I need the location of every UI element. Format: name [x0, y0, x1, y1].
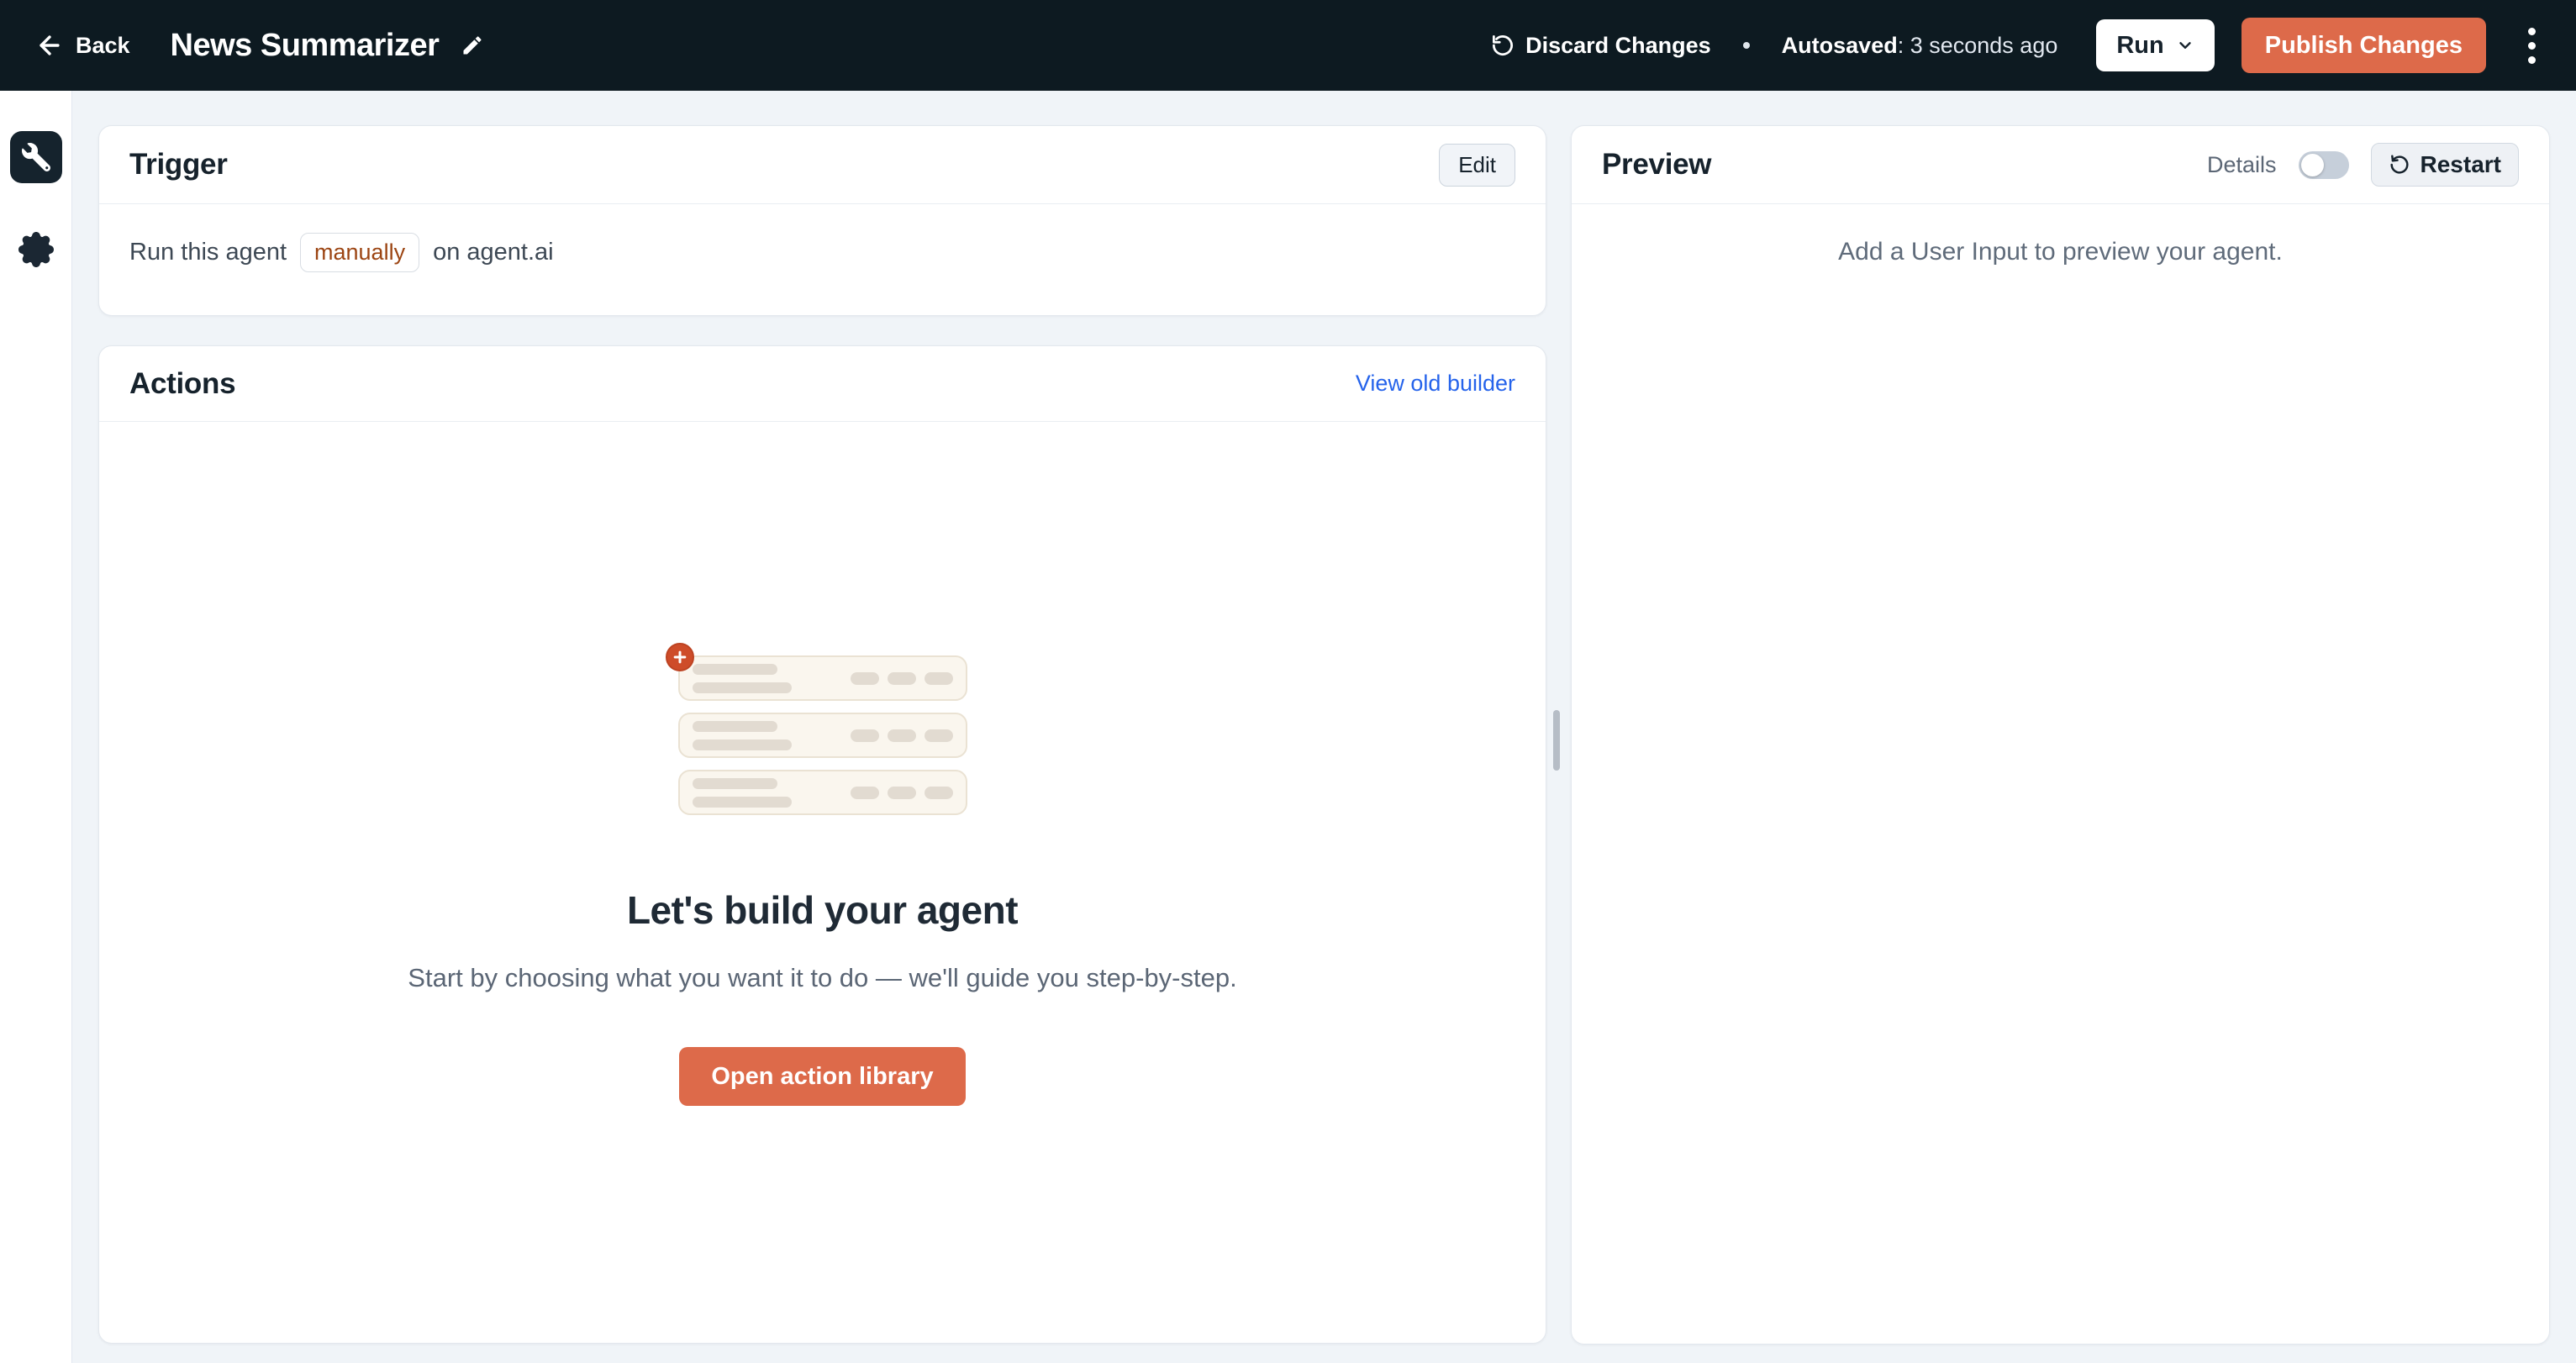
wrench-icon — [22, 143, 50, 171]
scrollbar-thumb[interactable] — [1553, 710, 1560, 771]
back-button[interactable]: Back — [35, 31, 130, 60]
open-action-library-button[interactable]: Open action library — [679, 1047, 965, 1106]
builder-column: Trigger Edit Run this agent manually on … — [98, 125, 1546, 1363]
toggle-knob — [2301, 154, 2324, 176]
view-old-builder-link[interactable]: View old builder — [1356, 371, 1515, 397]
page-title: News Summarizer — [171, 28, 440, 64]
history-icon — [1490, 33, 1515, 58]
run-button[interactable]: Run — [2096, 19, 2214, 71]
autosave-label: Autosaved — [1782, 33, 1898, 58]
edit-title-button[interactable] — [461, 34, 484, 57]
restart-icon — [2389, 154, 2410, 176]
topbar: Back News Summarizer Discard Changes Aut… — [0, 0, 2576, 91]
preview-header: Preview Details Restart — [1572, 126, 2549, 204]
restart-label: Restart — [2421, 151, 2501, 178]
app-body: Trigger Edit Run this agent manually on … — [0, 91, 2576, 1363]
restart-button[interactable]: Restart — [2371, 143, 2519, 187]
trigger-panel: Trigger Edit Run this agent manually on … — [98, 125, 1546, 316]
topbar-actions: Discard Changes Autosaved: 3 seconds ago… — [1490, 18, 2541, 73]
trigger-header: Trigger Edit — [99, 126, 1546, 204]
details-toggle[interactable] — [2299, 151, 2349, 179]
gear-icon — [18, 232, 54, 267]
preview-panel: Preview Details Restart Add a User Input… — [1571, 125, 2550, 1345]
discard-changes-button[interactable]: Discard Changes — [1490, 33, 1711, 59]
skeleton-row — [678, 713, 967, 758]
chevron-down-icon — [2176, 36, 2194, 55]
dot-separator — [1743, 42, 1750, 49]
preview-title: Preview — [1602, 148, 1711, 182]
trigger-mode-pill[interactable]: manually — [300, 233, 419, 272]
actions-panel: Actions View old builder — [98, 345, 1546, 1344]
empty-state-heading: Let's build your agent — [627, 887, 1018, 933]
publish-changes-button[interactable]: Publish Changes — [2241, 18, 2486, 73]
details-label: Details — [2207, 152, 2277, 178]
actions-empty-state: Let's build your agent Start by choosing… — [99, 422, 1546, 1343]
trigger-sentence-suffix: on agent.ai — [433, 239, 554, 266]
preview-empty-message: Add a User Input to preview your agent. — [1572, 204, 2549, 266]
actions-header: Actions View old builder — [99, 346, 1546, 422]
plus-icon — [666, 643, 694, 671]
more-options-button[interactable] — [2523, 23, 2541, 69]
actions-placeholder-illustration — [678, 655, 967, 815]
run-label: Run — [2116, 32, 2163, 60]
discard-changes-label: Discard Changes — [1525, 33, 1711, 59]
sidebar-item-build[interactable] — [10, 131, 62, 183]
preview-controls: Details Restart — [2207, 143, 2519, 187]
autosave-status: Autosaved: 3 seconds ago — [1782, 33, 2058, 59]
arrow-left-icon — [35, 31, 64, 60]
actions-title: Actions — [129, 367, 235, 401]
sidebar-item-settings[interactable] — [18, 232, 54, 267]
trigger-title: Trigger — [129, 148, 228, 182]
skeleton-row — [678, 655, 967, 701]
trigger-description: Run this agent manually on agent.ai — [99, 204, 1546, 301]
skeleton-row — [678, 770, 967, 815]
preview-column: Preview Details Restart Add a User Input… — [1571, 125, 2550, 1363]
back-label: Back — [76, 33, 130, 59]
pencil-icon — [461, 34, 484, 57]
trigger-sentence-prefix: Run this agent — [129, 239, 287, 266]
edit-trigger-button[interactable]: Edit — [1439, 144, 1515, 187]
autosave-time: : 3 seconds ago — [1898, 33, 2058, 58]
main-content: Trigger Edit Run this agent manually on … — [72, 91, 2576, 1363]
empty-state-subtitle: Start by choosing what you want it to do… — [408, 963, 1236, 993]
sidebar — [0, 91, 72, 1363]
